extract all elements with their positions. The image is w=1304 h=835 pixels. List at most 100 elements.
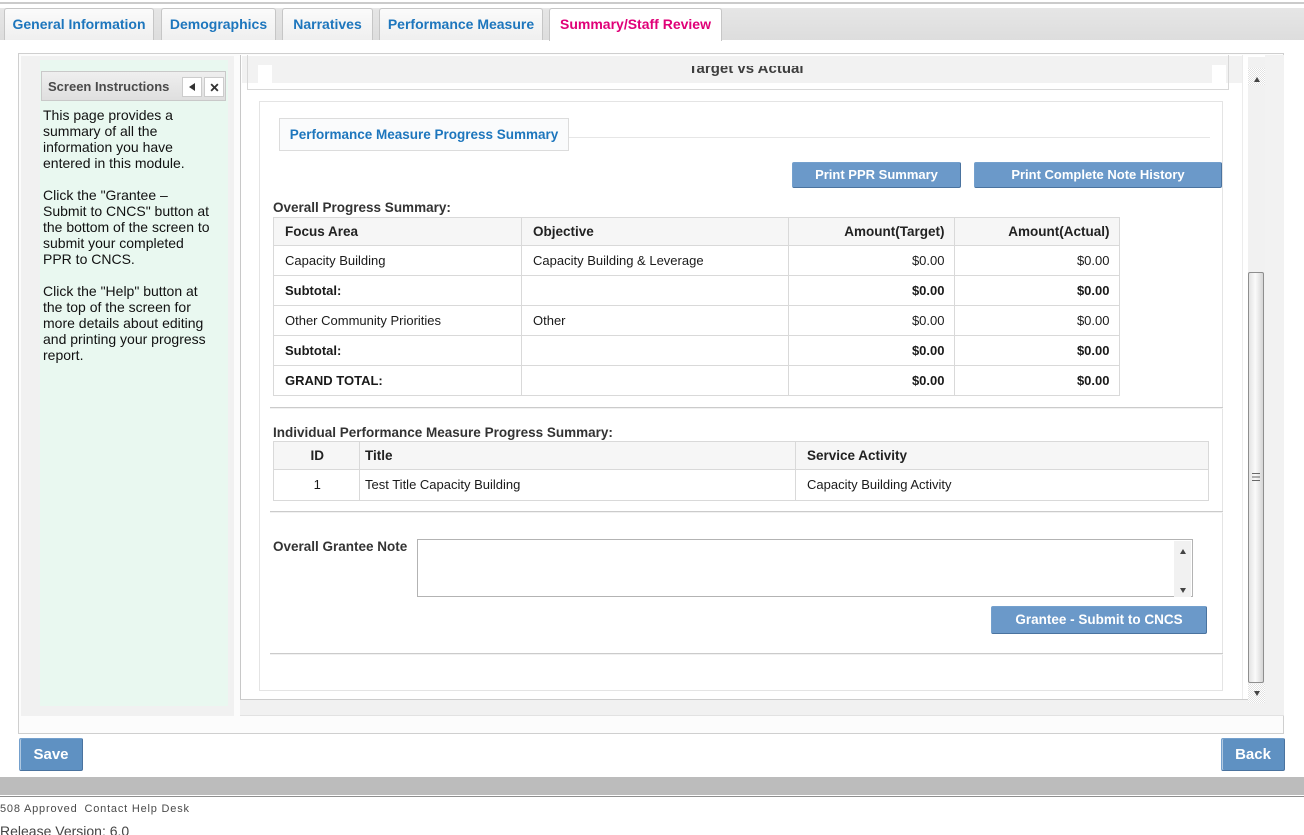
table-header-row: IDTitleService Activity (274, 442, 1209, 470)
table-cell: $0.00 (955, 336, 1120, 366)
tab-performance-measure[interactable]: Performance Measure (379, 8, 543, 40)
table-cell: $0.00 (789, 306, 955, 336)
individual-summary-label: Individual Performance Measure Progress … (273, 425, 613, 440)
down-arrow-icon (1180, 588, 1186, 593)
column-header: Service Activity (796, 442, 1209, 470)
overall-progress-summary-table: Focus AreaObjectiveAmount(Target)Amount(… (273, 217, 1120, 396)
textarea-scrollbar[interactable] (1174, 541, 1191, 597)
clipped-target-vs-actual-header: Target vs Actual (276, 66, 1216, 78)
column-header: ID (274, 442, 360, 470)
page: General InformationDemographicsNarrative… (0, 0, 1304, 835)
table-cell: Subtotal: (274, 336, 522, 366)
footer-links: 508 Approved Contact Help Desk (0, 803, 197, 815)
table-cell: $0.00 (789, 246, 955, 276)
performance-summary-section: Performance Measure Progress Summary Pri… (259, 101, 1223, 691)
table-row: Subtotal: $0.00$0.00 (274, 276, 1120, 306)
footer-line (0, 796, 1304, 797)
table-row: Other Community PrioritiesOther$0.00$0.0… (274, 306, 1120, 336)
column-header: Objective (522, 218, 789, 246)
separator-3 (270, 653, 1223, 655)
overall-progress-summary-label: Overall Progress Summary: (273, 200, 451, 215)
close-icon (210, 83, 219, 92)
content-box: Screen Instructions This page provides a… (18, 53, 1284, 734)
up-arrow-icon (1254, 77, 1260, 82)
top-hairline (0, 2, 1304, 4)
tab-demographics[interactable]: Demographics (161, 8, 276, 40)
instructions-paragraph: This page provides a summary of all the … (43, 107, 215, 171)
column-header: Title (360, 442, 796, 470)
tab-general-information[interactable]: General Information (4, 8, 154, 40)
instructions-paragraph: Click the "Help" button at the top of th… (43, 283, 215, 363)
table-row: Subtotal: $0.00$0.00 (274, 336, 1120, 366)
table-cell: Subtotal: (274, 276, 522, 306)
clipped-section-border-right (1228, 55, 1229, 90)
table-cell (522, 336, 789, 366)
link-contact-help-desk[interactable]: Contact Help Desk (85, 803, 190, 815)
table-cell: $0.00 (789, 276, 955, 306)
close-instructions-button[interactable] (204, 77, 224, 97)
footer-bar (0, 777, 1304, 795)
table-cell: GRAND TOTAL: (274, 366, 522, 396)
column-header: Amount(Actual) (955, 218, 1120, 246)
separator-2 (270, 511, 1223, 513)
column-header: Focus Area (274, 218, 522, 246)
link-508-approved[interactable]: 508 Approved (0, 803, 78, 815)
table-row: GRAND TOTAL: $0.00$0.00 (274, 366, 1120, 396)
table-cell: Capacity Building (274, 246, 522, 276)
overall-grantee-note-label: Overall Grantee Note (273, 539, 407, 554)
clipped-header-text: Target vs Actual (276, 66, 1216, 77)
scrollbar-thumb[interactable] (1248, 272, 1264, 683)
clipped-section-border-left (247, 55, 248, 90)
tab-narratives[interactable]: Narratives (282, 8, 373, 40)
table-cell: 1 (274, 469, 360, 500)
table-cell: Other (522, 306, 789, 336)
table-cell: $0.00 (955, 246, 1120, 276)
section-tab-performance-measure-progress-summary[interactable]: Performance Measure Progress Summary (279, 118, 569, 151)
grantee-submit-to-cncs-button[interactable]: Grantee - Submit to CNCS (991, 606, 1207, 634)
print-ppr-summary-button[interactable]: Print PPR Summary (792, 162, 961, 188)
print-complete-note-history-button[interactable]: Print Complete Note History (974, 162, 1222, 188)
instructions-paragraph: Click the "Grantee – Submit to CNCS" but… (43, 187, 215, 267)
release-version: Release Version: 6.0 (0, 823, 129, 835)
screen-instructions-panel: Screen Instructions This page provides a… (40, 60, 228, 706)
table-cell: Capacity Building Activity (796, 469, 1209, 500)
table-row: Capacity BuildingCapacity Building & Lev… (274, 246, 1120, 276)
sidebar: Screen Instructions This page provides a… (21, 56, 234, 716)
screen-instructions-title: Screen Instructions (48, 79, 169, 94)
table-cell: $0.00 (955, 276, 1120, 306)
tab-summary-staff-review[interactable]: Summary/Staff Review (549, 8, 722, 41)
left-arrow-icon (189, 83, 195, 91)
table-header-row: Focus AreaObjectiveAmount(Target)Amount(… (274, 218, 1120, 246)
scrollbar-down-button[interactable] (1248, 684, 1265, 703)
table-cell: $0.00 (955, 366, 1120, 396)
table-cell: $0.00 (789, 366, 955, 396)
collapse-instructions-button[interactable] (182, 77, 202, 97)
down-arrow-icon (1254, 691, 1260, 696)
back-button[interactable]: Back (1221, 738, 1285, 771)
table-cell (522, 276, 789, 306)
clipped-section-border-bottom (247, 89, 1229, 90)
overall-grantee-note-textarea[interactable] (417, 539, 1193, 597)
content-right-edge (1242, 55, 1243, 700)
textarea-scroll-down-button[interactable] (1174, 580, 1191, 597)
column-header: Amount(Target) (789, 218, 955, 246)
individual-summary-table: IDTitleService Activity1Test Title Capac… (273, 441, 1209, 501)
table-cell: $0.00 (955, 306, 1120, 336)
save-button[interactable]: Save (19, 738, 83, 771)
table-cell: Capacity Building & Leverage (522, 246, 789, 276)
vertical-scrollbar[interactable] (1248, 57, 1265, 703)
section-top-rule (569, 137, 1210, 138)
table-row: 1Test Title Capacity BuildingCapacity Bu… (274, 469, 1209, 500)
tab-bar: General InformationDemographicsNarrative… (0, 8, 1304, 40)
scrollbar-grip (1252, 473, 1260, 482)
table-cell: Test Title Capacity Building (360, 469, 796, 500)
up-arrow-icon (1180, 549, 1186, 554)
table-cell: Other Community Priorities (274, 306, 522, 336)
screen-instructions-text: This page provides a summary of all the … (43, 107, 215, 379)
textarea-scroll-up-button[interactable] (1174, 541, 1191, 558)
scrollbar-up-button[interactable] (1248, 68, 1265, 85)
separator-1 (270, 407, 1223, 409)
table-cell: $0.00 (789, 336, 955, 366)
clipped-section-padding-left (258, 65, 272, 83)
table-cell (522, 366, 789, 396)
